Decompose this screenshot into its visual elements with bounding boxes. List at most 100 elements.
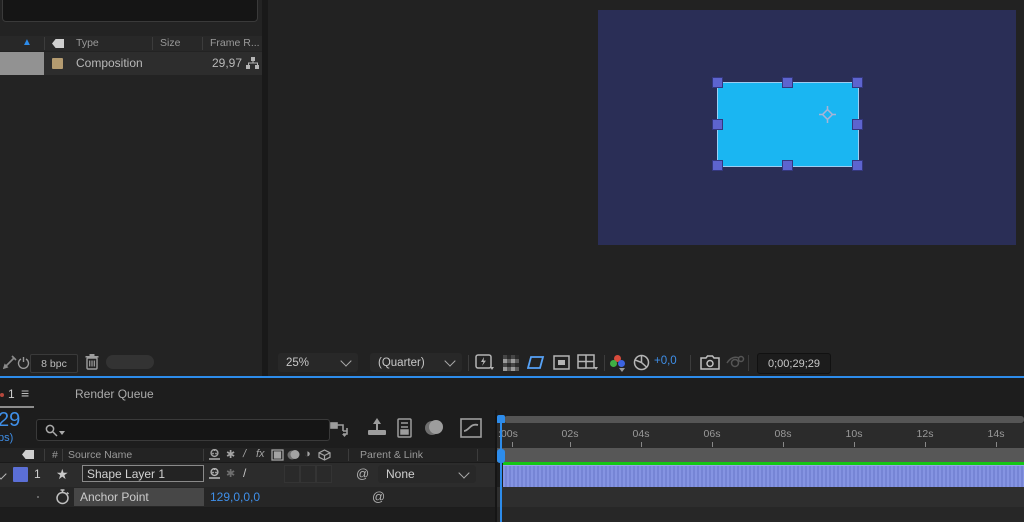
- ruler-label: 10s: [834, 428, 874, 440]
- frame-blend-switch-icon: [271, 449, 284, 461]
- toolbar-divider: [690, 355, 691, 371]
- exposure-value[interactable]: +0,0: [654, 355, 677, 367]
- quality-switch-icon: /: [242, 448, 247, 460]
- shy-layers-icon[interactable]: [396, 418, 414, 438]
- graph-editor-icon[interactable]: [460, 418, 482, 438]
- search-options-chevron-icon[interactable]: [59, 431, 65, 435]
- region-of-interest-icon[interactable]: [553, 355, 570, 370]
- switch-cell[interactable]: [284, 465, 300, 483]
- column-size[interactable]: Size: [160, 37, 180, 49]
- trash-icon[interactable]: [85, 354, 99, 370]
- channel-icon[interactable]: [610, 355, 628, 371]
- property-pickwhip-icon[interactable]: @: [372, 489, 385, 504]
- selection-handle[interactable]: [783, 78, 792, 87]
- selection-handle[interactable]: [713, 78, 722, 87]
- fps-label: ps): [0, 432, 13, 444]
- composition-mini-flowchart-icon[interactable]: [330, 420, 352, 438]
- panel-menu-icon[interactable]: ≡: [21, 385, 29, 401]
- fast-previews-icon[interactable]: [475, 354, 495, 371]
- ruler-label: 12s: [905, 428, 945, 440]
- shape-layer-star-icon: ★: [56, 466, 69, 483]
- twirl-open-icon[interactable]: [0, 468, 7, 479]
- switch-cell[interactable]: [316, 465, 332, 483]
- selection-handle[interactable]: [783, 161, 792, 170]
- tab-composition[interactable]: 1: [8, 387, 15, 401]
- ruler-tick: [512, 442, 513, 447]
- ruler-label: 04s: [621, 428, 661, 440]
- property-value[interactable]: 129,0,0,0: [210, 490, 260, 504]
- mask-visibility-icon[interactable]: [527, 355, 546, 370]
- stopwatch-icon[interactable]: [55, 489, 70, 505]
- column-divider: [44, 449, 45, 461]
- project-item-row[interactable]: Composition 29,97: [0, 52, 262, 75]
- project-scrollbar-thumb[interactable]: [106, 355, 154, 369]
- layer-column-header: # Source Name ✱ / fx: [0, 448, 495, 463]
- anchor-point-icon[interactable]: [819, 106, 836, 123]
- layer-name-field[interactable]: Shape Layer 1: [82, 465, 204, 482]
- snapshot-camera-icon[interactable]: [700, 355, 720, 370]
- parent-pickwhip-icon[interactable]: @: [356, 466, 369, 481]
- selection-handle[interactable]: [853, 78, 862, 87]
- layer-color-swatch[interactable]: [13, 467, 28, 482]
- column-divider: [348, 449, 349, 461]
- bit-depth-button[interactable]: 8 bpc: [30, 354, 78, 373]
- power-icon[interactable]: [17, 356, 30, 369]
- project-column-header: ▲ Type Size Frame R...: [0, 36, 262, 51]
- ruler-tick: [854, 442, 855, 447]
- property-name-highlight[interactable]: Anchor Point: [74, 488, 204, 506]
- current-time-indicator-line[interactable]: [500, 423, 502, 522]
- show-snapshot-icon[interactable]: [726, 355, 746, 370]
- chevron-down-icon: [340, 355, 351, 366]
- column-parent-link: Parent & Link: [360, 449, 423, 461]
- ruler-label: 08s: [763, 428, 803, 440]
- selection-handle[interactable]: [713, 120, 722, 129]
- magnification-dropdown[interactable]: 25%: [278, 353, 358, 372]
- shy-toggle-icon[interactable]: [208, 468, 221, 480]
- selection-handle[interactable]: [853, 120, 862, 129]
- tab-render-queue[interactable]: Render Queue: [75, 387, 154, 401]
- time-navigator-bar[interactable]: [504, 416, 1024, 423]
- motion-blur-switch-icon: ◑: [304, 448, 311, 460]
- column-divider: [62, 449, 63, 461]
- ruler-label: 02s: [550, 428, 590, 440]
- transparency-grid-icon[interactable]: [503, 355, 519, 371]
- exposure-icon[interactable]: [633, 354, 650, 371]
- item-name[interactable]: Composition: [76, 56, 143, 70]
- layer-duration-bar[interactable]: [503, 465, 1024, 488]
- parent-dropdown[interactable]: None: [378, 465, 476, 483]
- toolbar-divider: [468, 355, 469, 371]
- blend-circles-switch-icon: [287, 449, 301, 461]
- selection-handle[interactable]: [853, 161, 862, 170]
- shape-layer-rectangle[interactable]: [718, 83, 858, 166]
- timeline-search-input[interactable]: [36, 419, 330, 441]
- frame-blending-icon[interactable]: [424, 418, 446, 438]
- time-ruler[interactable]: :00s 02s 04s 06s 08s 10s 12s 14s: [497, 423, 1024, 449]
- collapse-toggle-icon[interactable]: ✱: [226, 467, 235, 480]
- column-divider: [44, 37, 45, 50]
- column-divider: [202, 37, 203, 50]
- project-search-input[interactable]: [2, 0, 258, 22]
- sort-ascending-icon[interactable]: ▲: [22, 37, 32, 48]
- draft-3d-icon[interactable]: [366, 418, 388, 438]
- chevron-down-icon: [458, 467, 469, 478]
- fx-switch-icon: fx: [256, 448, 265, 460]
- ruler-tick: [783, 442, 784, 447]
- selection-handle[interactable]: [713, 161, 722, 170]
- column-type[interactable]: Type: [76, 37, 99, 49]
- grid-guide-options-icon[interactable]: [577, 354, 599, 371]
- timeline-panel: 1 ≡ Render Queue 29 ps): [0, 378, 1024, 522]
- search-icon: [45, 424, 58, 437]
- composition-viewer-panel: 25% (Quarter): [268, 0, 1024, 376]
- quality-toggle-icon[interactable]: /: [243, 466, 246, 480]
- column-frame-rate[interactable]: Frame R...: [210, 37, 260, 49]
- property-row[interactable]: Anchor Point 129,0,0,0 @: [0, 487, 495, 507]
- current-time-indicator-head[interactable]: [497, 449, 505, 463]
- composition-canvas[interactable]: [598, 10, 1016, 245]
- current-time-display[interactable]: 29: [0, 409, 20, 432]
- layer-index: 1: [34, 467, 41, 481]
- flowchart-icon: [246, 57, 260, 70]
- viewer-timecode[interactable]: 0;00;29;29: [757, 353, 831, 374]
- resolution-dropdown[interactable]: (Quarter): [370, 353, 462, 372]
- switch-cell[interactable]: [300, 465, 316, 483]
- layer-row[interactable]: 1 ★ Shape Layer 1 ✱ / @ None: [0, 463, 495, 487]
